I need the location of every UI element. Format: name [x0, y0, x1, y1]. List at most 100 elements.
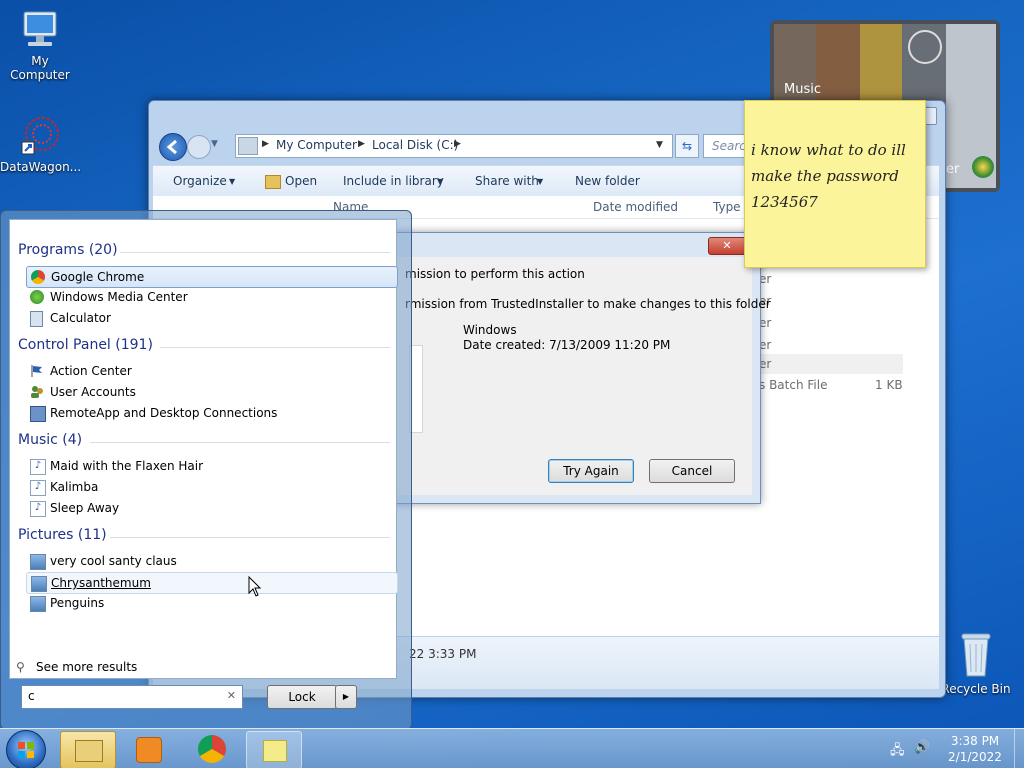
folder-name: Windows	[463, 323, 517, 337]
see-more-label: See more results	[36, 660, 138, 674]
refresh-icon[interactable]: ⇆	[675, 134, 699, 158]
chevron-right-icon: ▶	[454, 139, 461, 149]
table-row[interactable]: er	[753, 354, 903, 374]
folder-icon	[75, 740, 103, 762]
sticky-note-text[interactable]: i know what to do ill make the password …	[751, 137, 906, 215]
group-title-programs: Programs (20)	[18, 242, 118, 258]
chevron-down-icon[interactable]: ▼	[211, 139, 218, 149]
image-file-icon	[30, 596, 46, 612]
result-remoteapp[interactable]: RemoteApp and Desktop Connections	[26, 403, 396, 423]
desktop-icon-recycle-bin[interactable]: Recycle Bin	[936, 630, 1016, 696]
include-in-library-menu[interactable]: Include in library	[343, 174, 444, 188]
taskbar-chrome-button[interactable]	[184, 731, 238, 767]
lock-button[interactable]: Lock	[267, 685, 337, 709]
users-icon	[30, 385, 44, 399]
result-action-center[interactable]: Action Center	[26, 361, 396, 381]
desktop-icon-datawagon[interactable]: DataWagon...	[0, 114, 82, 174]
start-button[interactable]	[6, 730, 46, 768]
divider	[160, 347, 390, 348]
address-bar[interactable]: ▶ My Computer ▶ Local Disk (C:) ▶ ▼	[235, 134, 673, 158]
result-picture-file[interactable]: Penguins	[26, 593, 396, 613]
group-title-music: Music (4)	[18, 432, 83, 448]
show-desktop-button[interactable]	[1014, 729, 1024, 768]
desktop-icon-my-computer[interactable]: My Computer	[0, 8, 80, 82]
column-header-date-modified[interactable]: Date modified	[593, 200, 678, 214]
drive-icon	[238, 137, 258, 155]
dialog-body: mission to perform this action rmission …	[381, 257, 771, 495]
open-button[interactable]: Open	[285, 174, 317, 188]
result-label: Windows Media Center	[50, 290, 188, 304]
music-file-icon: ♪	[30, 480, 46, 496]
result-calculator[interactable]: Calculator	[26, 308, 396, 328]
start-search-input[interactable]: c ✕	[21, 685, 243, 709]
music-file-icon: ♪	[30, 459, 46, 475]
chevron-down-icon: ▼	[437, 177, 444, 186]
chevron-right-icon: ▶	[262, 139, 269, 149]
taskbar-sticky-notes-button[interactable]	[246, 731, 302, 768]
volume-icon[interactable]: 🔊	[914, 740, 930, 755]
result-label: Penguins	[50, 596, 105, 610]
file-type: s Batch File	[759, 378, 828, 392]
back-button[interactable]	[159, 133, 187, 161]
search-value: c	[28, 689, 35, 703]
search-results-panel: Programs (20) Google Chrome Windows Medi…	[9, 219, 398, 679]
media-center-icon	[30, 290, 44, 304]
cancel-button[interactable]: Cancel	[649, 459, 735, 483]
taskbar-media-player-button[interactable]	[122, 731, 176, 767]
sticky-notes-icon	[263, 740, 287, 762]
desktop-icon-label: DataWagon...	[0, 160, 82, 174]
breadcrumb-my-computer[interactable]: My Computer	[276, 138, 357, 152]
permission-dialog[interactable]: ✕ mission to perform this action rmissio…	[372, 232, 771, 504]
file-size: 1 KB	[875, 378, 903, 392]
close-button[interactable]: ✕	[708, 237, 746, 255]
result-label: RemoteApp and Desktop Connections	[50, 406, 278, 420]
dialog-line-1: mission to perform this action	[405, 267, 585, 281]
media-player-icon	[136, 737, 162, 763]
date-created: Date created: 7/13/2009 11:20 PM	[463, 338, 671, 352]
taskbar-explorer-button[interactable]	[60, 731, 116, 768]
result-label: User Accounts	[50, 385, 136, 399]
remote-desktop-icon	[30, 406, 46, 422]
music-file-icon: ♪	[30, 501, 46, 517]
new-folder-button[interactable]: New folder	[575, 174, 640, 188]
result-google-chrome[interactable]: Google Chrome	[26, 266, 398, 288]
image-file-icon	[30, 554, 46, 570]
share-with-menu[interactable]: Share with	[475, 174, 539, 188]
taskbar: 🖧 🔊 3:38 PM 2/1/2022	[0, 728, 1024, 768]
result-label: Chrysanthemum	[51, 576, 151, 590]
lock-options-arrow[interactable]: ▶	[335, 685, 357, 709]
network-icon[interactable]: 🖧	[890, 741, 905, 763]
divider	[110, 537, 390, 538]
datawagon-icon	[18, 114, 62, 158]
result-label: Sleep Away	[50, 501, 120, 515]
clock[interactable]: 3:38 PM 2/1/2022	[940, 733, 1010, 765]
computer-icon	[18, 8, 62, 52]
volume-icon[interactable]	[908, 30, 942, 64]
result-label: Maid with the Flaxen Hair	[50, 459, 204, 473]
column-header-type[interactable]: Type	[713, 200, 741, 214]
forward-button[interactable]	[187, 135, 211, 159]
result-picture-file[interactable]: very cool santy claus	[26, 551, 396, 571]
start-menu[interactable]: Programs (20) Google Chrome Windows Medi…	[0, 210, 412, 730]
desktop-icon-label: Recycle Bin	[941, 682, 1011, 696]
result-windows-media-center[interactable]: Windows Media Center	[26, 287, 396, 307]
organize-menu[interactable]: Organize	[173, 174, 227, 188]
result-picture-file[interactable]: Chrysanthemum	[26, 572, 398, 594]
result-music-file[interactable]: ♪ Maid with the Flaxen Hair	[26, 456, 396, 476]
dialog-line-2: rmission from TrustedInstaller to make c…	[405, 297, 771, 311]
chevron-down-icon: ▼	[229, 177, 236, 186]
result-music-file[interactable]: ♪ Kalimba	[26, 477, 396, 497]
chevron-down-icon[interactable]: ▼	[656, 140, 663, 150]
try-again-button[interactable]: Try Again	[548, 459, 634, 483]
result-label: Action Center	[50, 364, 132, 378]
chrome-icon	[31, 270, 45, 284]
result-user-accounts[interactable]: User Accounts	[26, 382, 396, 402]
sticky-note[interactable]: i know what to do ill make the password …	[744, 100, 926, 268]
calculator-icon	[30, 311, 43, 327]
clear-icon[interactable]: ✕	[227, 689, 236, 702]
breadcrumb-local-disk[interactable]: Local Disk (C:)	[372, 138, 458, 152]
result-label: Google Chrome	[51, 270, 145, 284]
result-music-file[interactable]: ♪ Sleep Away	[26, 498, 396, 518]
note-line: i know what to do ill	[751, 141, 906, 159]
group-title-pictures: Pictures (11)	[18, 527, 107, 543]
